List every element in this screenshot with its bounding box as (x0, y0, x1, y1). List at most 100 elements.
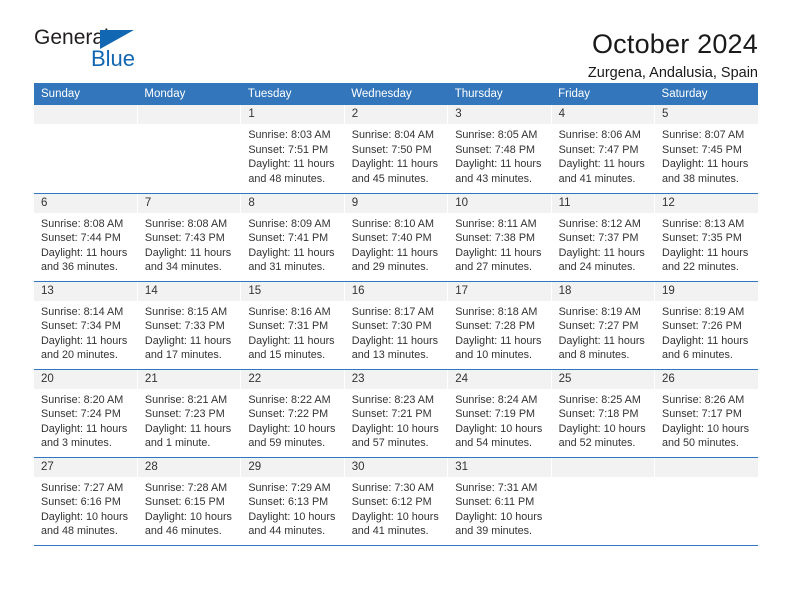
day-cell[interactable]: 6 Sunrise: 8:08 AM Sunset: 7:44 PM Daylight… (34, 193, 138, 282)
day-detail-line: Daylight: 10 hours (144, 510, 232, 523)
day-detail-line: Sunset: 7:26 PM (662, 320, 742, 333)
day-cell[interactable]: 27 Sunrise: 7:27 AM Sunset: 6:16 PM Dayligh… (34, 457, 138, 546)
day-cell[interactable]: 31 Sunrise: 7:31 AM Sunset: 6:11 PM Dayligh… (447, 457, 552, 546)
day-detail-line: Sunset: 7:48 PM (455, 143, 536, 156)
day-detail-line: Daylight: 11 hours (41, 334, 128, 347)
day-cell[interactable]: 12 Sunrise: 8:13 AM Sunset: 7:35 PM Dayligh… (654, 193, 758, 282)
day-number: 10 (448, 193, 551, 213)
brand-logo[interactable]: General Blue (34, 26, 204, 76)
day-number: 26 (655, 369, 758, 389)
day-detail-line: Sunset: 7:40 PM (351, 232, 432, 245)
day-detail-line: Sunset: 7:17 PM (662, 408, 742, 421)
day-detail-line: Sunset: 7:35 PM (662, 232, 742, 245)
day-detail-line: Daylight: 11 hours (351, 158, 438, 171)
day-detail-line: Sunrise: 8:08 AM (144, 217, 228, 230)
day-detail-line: and 17 minutes. (144, 349, 222, 362)
day-detail-line: and 34 minutes. (144, 261, 222, 274)
day-detail-line: and 22 minutes. (662, 261, 739, 274)
day-details: Sunrise: 8:12 AM Sunset: 7:37 PM Daylight:… (552, 213, 654, 275)
day-detail-line: Sunset: 6:11 PM (455, 496, 535, 509)
day-cell[interactable]: 16 Sunrise: 8:17 AM Sunset: 7:30 PM Dayligh… (344, 281, 449, 370)
day-details: Sunrise: 8:08 AM Sunset: 7:44 PM Daylight:… (34, 213, 137, 275)
day-cell[interactable]: 5 Sunrise: 8:07 AM Sunset: 7:45 PM Daylight… (654, 105, 758, 194)
day-detail-line: Sunset: 7:50 PM (351, 143, 432, 156)
day-detail-line: and 44 minutes. (248, 525, 326, 538)
day-cell[interactable]: 10 Sunrise: 8:11 AM Sunset: 7:38 PM Dayligh… (447, 193, 552, 282)
day-details: Sunrise: 8:19 AM Sunset: 7:27 PM Daylight:… (552, 301, 654, 363)
day-number: 29 (241, 457, 344, 477)
day-cell[interactable]: 30 Sunrise: 7:30 AM Sunset: 6:12 PM Dayligh… (344, 457, 449, 546)
day-number: 27 (34, 457, 137, 477)
day-cell[interactable]: 7 Sunrise: 8:08 AM Sunset: 7:43 PM Daylight… (137, 193, 242, 282)
day-details: Sunrise: 7:31 AM Sunset: 6:11 PM Daylight:… (448, 477, 550, 539)
calendar-header-row: Sunday Monday Tuesday Wednesday Thursday Frid… (34, 83, 758, 105)
calendar-body: 1 Sunrise: 8:03 AM Sunset: 7:51 PM Daylight… (34, 105, 758, 546)
day-detail-line: Sunrise: 8:22 AM (248, 393, 331, 406)
day-cell[interactable]: 19 Sunrise: 8:19 AM Sunset: 7:26 PM Dayligh… (654, 281, 758, 370)
day-cell[interactable]: 18 Sunrise: 8:19 AM Sunset: 7:27 PM Dayligh… (551, 281, 656, 370)
day-detail-line: Daylight: 10 hours (248, 422, 336, 435)
day-number: 2 (344, 105, 448, 124)
day-detail-line: Sunrise: 7:28 AM (144, 481, 228, 494)
day-detail-line: Daylight: 11 hours (558, 334, 645, 347)
day-cell[interactable]: 29 Sunrise: 7:29 AM Sunset: 6:13 PM Dayligh… (240, 457, 345, 546)
day-detail-line: Sunrise: 8:12 AM (558, 217, 641, 230)
day-detail-line: and 41 minutes. (351, 525, 429, 538)
day-cell[interactable]: 2 Sunrise: 8:04 AM Sunset: 7:50 PM Daylight… (344, 105, 449, 194)
day-details: Sunrise: 8:17 AM Sunset: 7:30 PM Daylight:… (345, 301, 447, 363)
weekday-header-tuesday: Tuesday (240, 83, 345, 105)
day-detail-line: and 3 minutes. (41, 437, 112, 450)
day-details: Sunrise: 7:27 AM Sunset: 6:16 PM Daylight:… (34, 477, 137, 539)
day-detail-line: and 54 minutes. (455, 437, 533, 450)
day-cell[interactable]: 17 Sunrise: 8:18 AM Sunset: 7:28 PM Dayligh… (447, 281, 552, 370)
day-cell[interactable]: 15 Sunrise: 8:16 AM Sunset: 7:31 PM Dayligh… (240, 281, 345, 370)
day-cell-empty (34, 105, 138, 194)
day-detail-line: Sunrise: 8:10 AM (351, 217, 434, 230)
day-number: 25 (551, 369, 655, 389)
brand-name-blue: Blue (91, 46, 136, 71)
day-cell[interactable]: 8 Sunrise: 8:09 AM Sunset: 7:41 PM Daylight… (240, 193, 345, 282)
day-cell[interactable]: 24 Sunrise: 8:24 AM Sunset: 7:19 PM Dayligh… (447, 369, 552, 458)
day-number: 23 (344, 369, 448, 389)
day-detail-line: Sunrise: 8:18 AM (455, 305, 538, 318)
day-cell[interactable]: 1 Sunrise: 8:03 AM Sunset: 7:51 PM Daylight… (240, 105, 345, 194)
day-detail-line: Sunset: 7:51 PM (248, 143, 329, 156)
day-cell[interactable]: 23 Sunrise: 8:23 AM Sunset: 7:21 PM Dayligh… (344, 369, 449, 458)
day-cell[interactable]: 21 Sunrise: 8:21 AM Sunset: 7:23 PM Dayligh… (137, 369, 242, 458)
day-number: 17 (448, 281, 551, 301)
day-detail-line: and 31 minutes. (248, 261, 326, 274)
day-cell[interactable]: 9 Sunrise: 8:10 AM Sunset: 7:40 PM Daylight… (344, 193, 449, 282)
day-number: 3 (448, 105, 551, 124)
day-number: 6 (34, 193, 137, 213)
day-cell[interactable]: 13 Sunrise: 8:14 AM Sunset: 7:34 PM Dayligh… (34, 281, 138, 370)
day-detail-line: and 36 minutes. (41, 261, 118, 274)
day-cell-empty (137, 105, 242, 194)
day-cell[interactable]: 4 Sunrise: 8:06 AM Sunset: 7:47 PM Daylight… (551, 105, 656, 194)
day-number: 5 (655, 105, 758, 124)
day-cell[interactable]: 14 Sunrise: 8:15 AM Sunset: 7:33 PM Dayligh… (137, 281, 242, 370)
day-cell[interactable]: 20 Sunrise: 8:20 AM Sunset: 7:24 PM Dayligh… (34, 369, 138, 458)
day-cell[interactable]: 26 Sunrise: 8:26 AM Sunset: 7:17 PM Dayligh… (654, 369, 758, 458)
day-detail-line: Sunrise: 7:29 AM (248, 481, 331, 494)
day-detail-line: and 24 minutes. (558, 261, 636, 274)
day-cell[interactable]: 25 Sunrise: 8:25 AM Sunset: 7:18 PM Dayligh… (551, 369, 656, 458)
day-detail-line: Sunset: 7:21 PM (351, 408, 432, 421)
day-detail-line: and 50 minutes. (662, 437, 739, 450)
day-cell[interactable]: 3 Sunrise: 8:05 AM Sunset: 7:48 PM Daylight… (447, 105, 552, 194)
day-cell[interactable]: 22 Sunrise: 8:22 AM Sunset: 7:22 PM Dayligh… (240, 369, 345, 458)
day-detail-line: Daylight: 10 hours (558, 422, 646, 435)
day-detail-line: Sunset: 6:13 PM (248, 496, 329, 509)
day-number: 12 (655, 193, 758, 213)
day-detail-line: Sunset: 7:18 PM (558, 408, 639, 421)
day-detail-line: and 48 minutes. (248, 172, 326, 185)
day-detail-line: Sunrise: 8:13 AM (662, 217, 745, 230)
day-details: Sunrise: 8:07 AM Sunset: 7:45 PM Daylight:… (655, 124, 758, 186)
day-detail-line: Daylight: 11 hours (248, 334, 335, 347)
day-detail-line: Sunrise: 8:25 AM (558, 393, 641, 406)
day-cell[interactable]: 28 Sunrise: 7:28 AM Sunset: 6:15 PM Dayligh… (137, 457, 242, 546)
day-details: Sunrise: 8:13 AM Sunset: 7:35 PM Daylight:… (655, 213, 758, 275)
day-detail-line: and 20 minutes. (41, 349, 118, 362)
weekday-header-thursday: Thursday (447, 83, 552, 105)
weekday-header-monday: Monday (137, 83, 241, 105)
day-cell[interactable]: 11 Sunrise: 8:12 AM Sunset: 7:37 PM Dayligh… (551, 193, 656, 282)
